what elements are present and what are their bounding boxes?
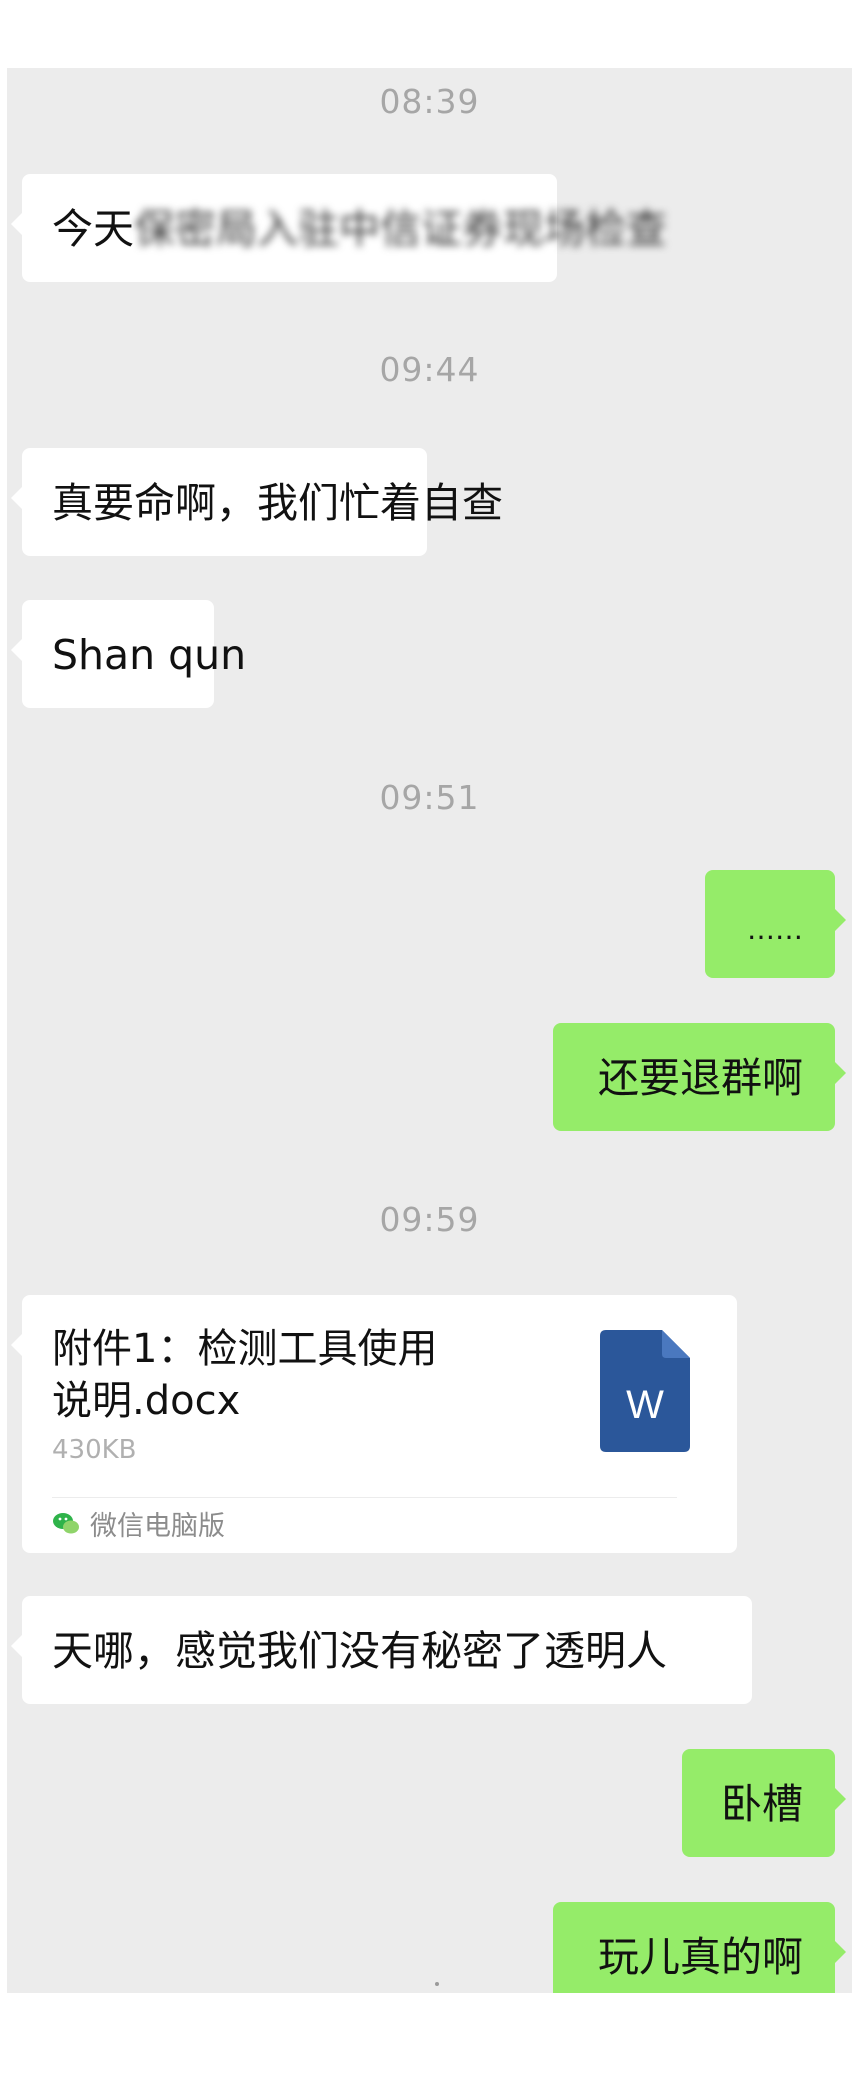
message-text: 还要退群啊 bbox=[598, 1054, 803, 1102]
wechat-icon bbox=[53, 1513, 79, 1534]
message-bubble-outgoing[interactable]: 玩儿真的啊 bbox=[553, 1902, 846, 1993]
message-text: 真要命啊，我们忙着自查 bbox=[52, 479, 503, 527]
message-bubble-incoming[interactable]: 天哪，感觉我们没有秘密了透明人 bbox=[11, 1596, 752, 1704]
message-bubble-incoming[interactable]: 真要命啊，我们忙着自查 bbox=[11, 448, 503, 556]
message-bubble-incoming[interactable]: 今天保密局入驻中信证券现场检查 bbox=[11, 174, 667, 282]
word-icon-letter: W bbox=[626, 1383, 664, 1427]
chat-area[interactable]: 08:39 今天保密局入驻中信证券现场检查 09:44 真要命啊，我们忙着自查 … bbox=[7, 68, 852, 1993]
message-text: …… bbox=[747, 913, 803, 946]
message-text: 天哪，感觉我们没有秘密了透明人 bbox=[52, 1627, 667, 1675]
message-text: 玩儿真的啊 bbox=[598, 1933, 803, 1981]
timestamp: 08:39 bbox=[379, 82, 480, 121]
message-text: Shan qun bbox=[52, 631, 247, 679]
message-text-blurred: 保密局入驻中信证券现场检查 bbox=[134, 205, 667, 253]
scroll-indicator bbox=[435, 1982, 439, 1986]
file-message-card[interactable]: 附件1：检测工具使用说明.docx 430KB W 微信电脑版 bbox=[11, 1295, 737, 1553]
timestamp: 09:44 bbox=[379, 350, 480, 389]
timestamp: 09:59 bbox=[379, 1200, 480, 1239]
message-bubble-outgoing[interactable]: 卧槽 bbox=[682, 1749, 846, 1857]
file-size: 430KB bbox=[52, 1435, 137, 1465]
timestamp: 09:51 bbox=[379, 778, 480, 817]
file-card-divider bbox=[52, 1497, 677, 1498]
message-text: 今天 bbox=[52, 205, 134, 253]
message-bubble-outgoing[interactable]: 还要退群啊 bbox=[553, 1023, 846, 1131]
message-text: 卧槽 bbox=[721, 1780, 803, 1828]
file-source: 微信电脑版 bbox=[52, 1507, 225, 1542]
file-name: 附件1：检测工具使用说明.docx bbox=[52, 1326, 438, 1424]
file-source-label: 微信电脑版 bbox=[90, 1510, 225, 1542]
word-document-icon: W bbox=[600, 1330, 690, 1452]
message-bubble-incoming[interactable]: Shan qun bbox=[11, 600, 246, 708]
message-bubble-outgoing[interactable]: …… bbox=[705, 870, 846, 978]
